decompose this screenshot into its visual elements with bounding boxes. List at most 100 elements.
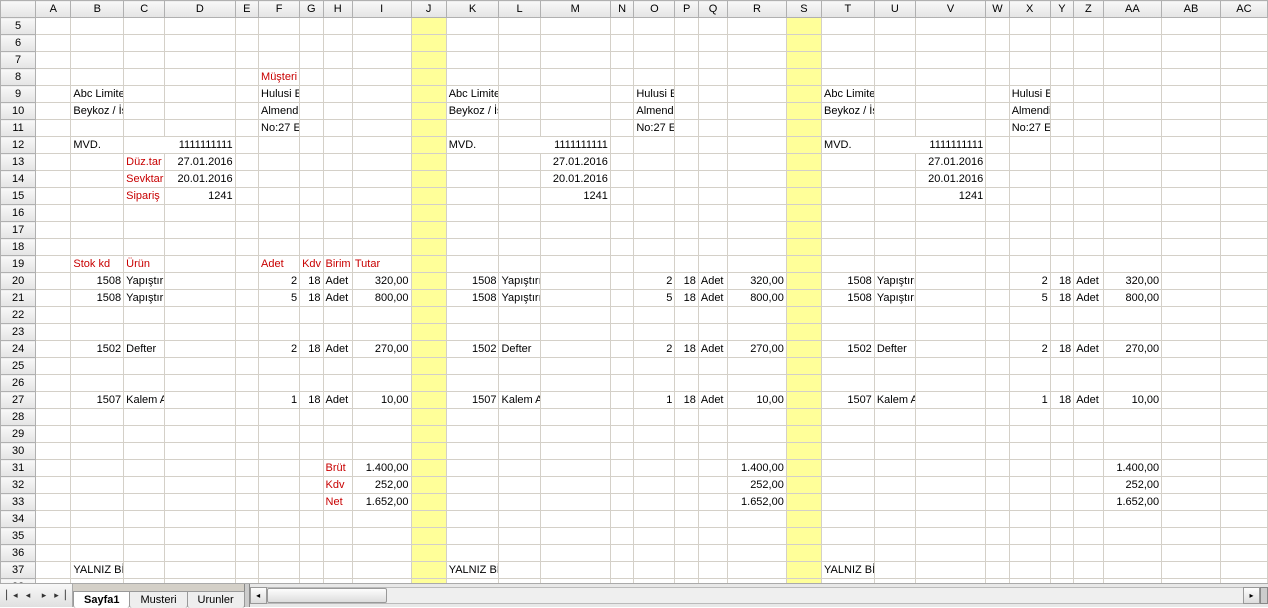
cell-F10[interactable]: Almendil mah. Kuzey sok. — [259, 103, 300, 120]
cell-N25[interactable] — [610, 358, 633, 375]
cell-AB29[interactable] — [1162, 426, 1221, 443]
cell-F23[interactable] — [259, 324, 300, 341]
cell-H26[interactable] — [323, 375, 352, 392]
row-header-21[interactable]: 21 — [1, 290, 36, 307]
cell-F28[interactable] — [259, 409, 300, 426]
cell-E34[interactable] — [235, 511, 258, 528]
cell-D30[interactable] — [165, 443, 235, 460]
cell-AC24[interactable] — [1220, 341, 1267, 358]
cell-AA35[interactable] — [1103, 528, 1162, 545]
cell-I15[interactable] — [352, 188, 411, 205]
cell-AA33[interactable]: 1.652,00 — [1103, 494, 1162, 511]
cell-C10[interactable] — [124, 103, 165, 120]
sheet-tab-sayfa1[interactable]: Sayfa1 — [73, 591, 130, 608]
cell-C25[interactable] — [124, 358, 165, 375]
cell-Q26[interactable] — [698, 375, 727, 392]
col-header-P[interactable]: P — [675, 1, 698, 18]
cell-M23[interactable] — [540, 324, 610, 341]
cell-E33[interactable] — [235, 494, 258, 511]
cell-O27[interactable]: 1 — [634, 392, 675, 409]
cell-AB31[interactable] — [1162, 460, 1221, 477]
cell-Q14[interactable] — [698, 171, 727, 188]
cell-O22[interactable] — [634, 307, 675, 324]
cell-U36[interactable] — [874, 545, 915, 562]
cell-Z20[interactable]: Adet — [1074, 273, 1103, 290]
cell-T23[interactable] — [822, 324, 875, 341]
cell-AB18[interactable] — [1162, 239, 1221, 256]
cell-T9[interactable]: Abc Limited — [822, 86, 875, 103]
cell-V14[interactable]: 20.01.2016 — [915, 171, 985, 188]
cell-D24[interactable] — [165, 341, 235, 358]
cell-W10[interactable] — [986, 103, 1009, 120]
cell-N33[interactable] — [610, 494, 633, 511]
col-header-O[interactable]: O — [634, 1, 675, 18]
cell-U23[interactable] — [874, 324, 915, 341]
cell-E21[interactable] — [235, 290, 258, 307]
cell-AC27[interactable] — [1220, 392, 1267, 409]
cell-X9[interactable]: Hulusi Efendi — [1009, 86, 1050, 103]
cell-AC29[interactable] — [1220, 426, 1267, 443]
cell-W30[interactable] — [986, 443, 1009, 460]
cell-L6[interactable] — [499, 35, 540, 52]
cell-U28[interactable] — [874, 409, 915, 426]
cell-Y5[interactable] — [1050, 18, 1073, 35]
cell-AB28[interactable] — [1162, 409, 1221, 426]
cell-C11[interactable] — [124, 120, 165, 137]
cell-U31[interactable] — [874, 460, 915, 477]
cell-P24[interactable]: 18 — [675, 341, 698, 358]
cell-E31[interactable] — [235, 460, 258, 477]
cell-C12[interactable]: 1111111111 — [124, 137, 235, 154]
cell-E18[interactable] — [235, 239, 258, 256]
cell-Q12[interactable] — [698, 137, 727, 154]
row-header-19[interactable]: 19 — [1, 256, 36, 273]
cell-X8[interactable] — [1009, 69, 1050, 86]
cell-L21[interactable]: Yapıştırıcı E-200 — [499, 290, 540, 307]
cell-J36[interactable] — [411, 545, 446, 562]
cell-N31[interactable] — [610, 460, 633, 477]
cell-I9[interactable] — [352, 86, 411, 103]
cell-F29[interactable] — [259, 426, 300, 443]
cell-M25[interactable] — [540, 358, 610, 375]
cell-S12[interactable] — [786, 137, 821, 154]
cell-D26[interactable] — [165, 375, 235, 392]
cell-Q18[interactable] — [698, 239, 727, 256]
cell-O33[interactable] — [634, 494, 675, 511]
cell-K28[interactable] — [446, 409, 499, 426]
cell-D31[interactable] — [165, 460, 235, 477]
cell-Z9[interactable] — [1074, 86, 1103, 103]
cell-A27[interactable] — [36, 392, 71, 409]
cell-G19[interactable]: Kdv — [300, 256, 323, 273]
cell-AA8[interactable] — [1103, 69, 1162, 86]
cell-W20[interactable] — [986, 273, 1009, 290]
cell-M6[interactable] — [540, 35, 610, 52]
cell-V37[interactable] — [915, 562, 985, 579]
cell-R6[interactable] — [728, 35, 787, 52]
row-header-26[interactable]: 26 — [1, 375, 36, 392]
cell-T27[interactable]: 1507 — [822, 392, 875, 409]
cell-L13[interactable] — [499, 154, 540, 171]
cell-AC14[interactable] — [1220, 171, 1267, 188]
cell-J11[interactable] — [411, 120, 446, 137]
col-header-D[interactable]: D — [165, 1, 235, 18]
cell-H25[interactable] — [323, 358, 352, 375]
cell-AC16[interactable] — [1220, 205, 1267, 222]
row-header-12[interactable]: 12 — [1, 137, 36, 154]
cell-E13[interactable] — [235, 154, 258, 171]
cell-J18[interactable] — [411, 239, 446, 256]
cell-S26[interactable] — [786, 375, 821, 392]
cell-L10[interactable] — [499, 103, 540, 120]
first-sheet-icon[interactable]: ▏◂ — [5, 589, 19, 603]
cell-J30[interactable] — [411, 443, 446, 460]
cell-H12[interactable] — [323, 137, 352, 154]
cell-D23[interactable] — [165, 324, 235, 341]
cell-G15[interactable] — [300, 188, 323, 205]
cell-E5[interactable] — [235, 18, 258, 35]
cell-B8[interactable] — [71, 69, 124, 86]
cell-X29[interactable] — [1009, 426, 1050, 443]
cell-O14[interactable] — [634, 171, 675, 188]
cell-W19[interactable] — [986, 256, 1009, 273]
cell-B13[interactable] — [71, 154, 124, 171]
cell-N35[interactable] — [610, 528, 633, 545]
cell-D25[interactable] — [165, 358, 235, 375]
cell-K9[interactable]: Abc Limited — [446, 86, 499, 103]
